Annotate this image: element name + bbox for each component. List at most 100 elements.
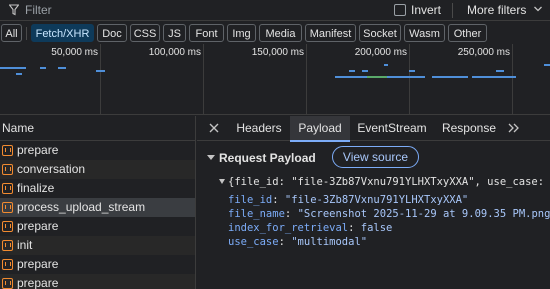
payload-value: "file-3Zb87Vxnu791YLHXTxyXXA": [284, 194, 469, 206]
timeline-bar: [0, 67, 26, 69]
type-filter-all[interactable]: All: [1, 24, 22, 42]
timeline-tick-label: 50,000 ms: [51, 47, 98, 58]
request-row[interactable]: prepare: [0, 274, 195, 289]
payload-field: index_for_retrieval: false: [228, 222, 393, 234]
timeline-gridline: [100, 44, 101, 115]
resource-type-filters: All Fetch/XHR Doc CSS JS Font Img Media …: [0, 23, 550, 43]
timeline-gridline: [409, 44, 410, 115]
collapse-triangle-icon[interactable]: [207, 155, 215, 160]
type-filter-other[interactable]: Other: [448, 24, 487, 42]
type-filter-js[interactable]: JS: [163, 24, 186, 42]
request-name: prepare: [17, 257, 59, 271]
payload-key: use_case: [228, 236, 279, 248]
filter-icon: [9, 4, 19, 16]
timeline-bar: [432, 76, 468, 78]
request-name: prepare: [17, 219, 59, 233]
request-row[interactable]: prepare: [0, 217, 195, 236]
payload-field: use_case: "multimodal": [228, 236, 368, 248]
xhr-icon: [2, 183, 13, 194]
timeline-tick-label: 100,000 ms: [148, 47, 201, 58]
request-detail-panel: Headers Payload EventStream Response Req…: [197, 116, 550, 289]
name-column-header[interactable]: Name: [0, 116, 195, 141]
payload-field: file_name: "Screenshot 2025-11-29 at 9.0…: [228, 208, 550, 220]
invert-label[interactable]: Invert: [411, 3, 441, 17]
timeline-tick-label: 150,000 ms: [251, 47, 304, 58]
chip-divider: [26, 27, 27, 40]
xhr-icon: [2, 202, 13, 213]
close-icon[interactable]: [207, 121, 221, 135]
xhr-icon: [2, 221, 13, 232]
xhr-icon: [2, 145, 13, 156]
payload-summary-text: {file_id: "file-3Zb87Vxnu791YLHXTxyXXA",…: [228, 176, 550, 188]
more-filters-button[interactable]: More filters: [467, 3, 526, 17]
request-name: finalize: [17, 181, 55, 195]
timeline-bar: [472, 76, 516, 78]
tab-payload[interactable]: Payload: [290, 116, 350, 142]
expand-triangle-icon[interactable]: [219, 179, 225, 184]
timeline-bar: [16, 73, 22, 75]
payload-field: file_id: "file-3Zb87Vxnu791YLHXTxyXXA": [228, 194, 469, 206]
payload-value: false: [360, 222, 393, 234]
chevron-down-icon[interactable]: [533, 3, 543, 15]
request-name: prepare: [17, 276, 59, 289]
request-name: prepare: [17, 143, 59, 157]
invert-checkbox[interactable]: [394, 4, 406, 16]
payload-value: "multimodal": [291, 236, 368, 248]
tab-eventstream[interactable]: EventStream: [352, 116, 432, 141]
type-filter-wasm[interactable]: Wasm: [404, 24, 445, 42]
timeline-overview[interactable]: 50,000 ms 100,000 ms 150,000 ms 200,000 …: [0, 44, 550, 115]
toolbar-divider: [452, 3, 453, 18]
type-filter-doc[interactable]: Doc: [97, 24, 127, 42]
filter-input[interactable]: Filter: [25, 3, 52, 17]
request-row[interactable]: prepare: [0, 141, 195, 160]
timeline-bar: [387, 76, 425, 78]
timeline-gridline: [512, 44, 513, 115]
timeline-bar: [40, 67, 46, 69]
request-row[interactable]: prepare: [0, 255, 195, 274]
xhr-icon: [2, 278, 13, 289]
type-filter-manifest[interactable]: Manifest: [305, 24, 356, 42]
xhr-icon: [2, 259, 13, 270]
timeline-bar: [362, 70, 368, 72]
view-source-button[interactable]: View source: [332, 146, 419, 168]
more-tabs-icon[interactable]: [507, 120, 521, 136]
timeline-bar: [58, 67, 66, 69]
timeline-bar: [96, 70, 105, 72]
type-filter-img[interactable]: Img: [227, 24, 256, 42]
type-filter-fetch-xhr[interactable]: Fetch/XHR: [31, 24, 94, 42]
payload-summary[interactable]: {file_id: "file-3Zb87Vxnu791YLHXTxyXXA",…: [219, 176, 550, 188]
filter-bar: Filter Invert More filters: [0, 0, 550, 21]
request-row[interactable]: finalize: [0, 179, 195, 198]
xhr-icon: [2, 240, 13, 251]
timeline-tick-label: 250,000 ms: [457, 47, 510, 58]
request-row-selected[interactable]: process_upload_stream: [0, 198, 195, 217]
timeline-bar: [367, 76, 387, 78]
tab-response[interactable]: Response: [435, 116, 503, 141]
timeline-bar: [335, 76, 367, 78]
request-name: process_upload_stream: [17, 200, 146, 214]
request-name: conversation: [17, 162, 86, 176]
request-name: init: [17, 238, 33, 252]
timeline-bar: [544, 64, 550, 66]
xhr-icon: [2, 164, 13, 175]
request-payload-section[interactable]: Request Payload: [207, 151, 316, 165]
section-title: Request Payload: [219, 151, 316, 165]
timeline-gridline: [306, 44, 307, 115]
timeline-tick-label: 200,000 ms: [354, 47, 407, 58]
timeline-gridline: [203, 44, 204, 115]
type-filter-media[interactable]: Media: [259, 24, 302, 42]
payload-key: file_id: [228, 194, 273, 206]
payload-key: index_for_retrieval: [228, 222, 349, 234]
tab-headers[interactable]: Headers: [230, 116, 288, 141]
type-filter-css[interactable]: CSS: [130, 24, 160, 42]
timeline-bar: [349, 70, 355, 72]
request-row[interactable]: conversation: [0, 160, 195, 179]
timeline-bar: [409, 70, 415, 72]
request-row[interactable]: init: [0, 236, 195, 255]
type-filter-font[interactable]: Font: [189, 24, 224, 42]
payload-key: file_name: [228, 208, 285, 220]
type-filter-socket[interactable]: Socket: [359, 24, 401, 42]
payload-value: "Screenshot 2025-11-29 at 9.09.35 PM.png…: [297, 208, 550, 220]
timeline-bar: [384, 64, 388, 66]
detail-tabs: Headers Payload EventStream Response: [197, 116, 550, 142]
